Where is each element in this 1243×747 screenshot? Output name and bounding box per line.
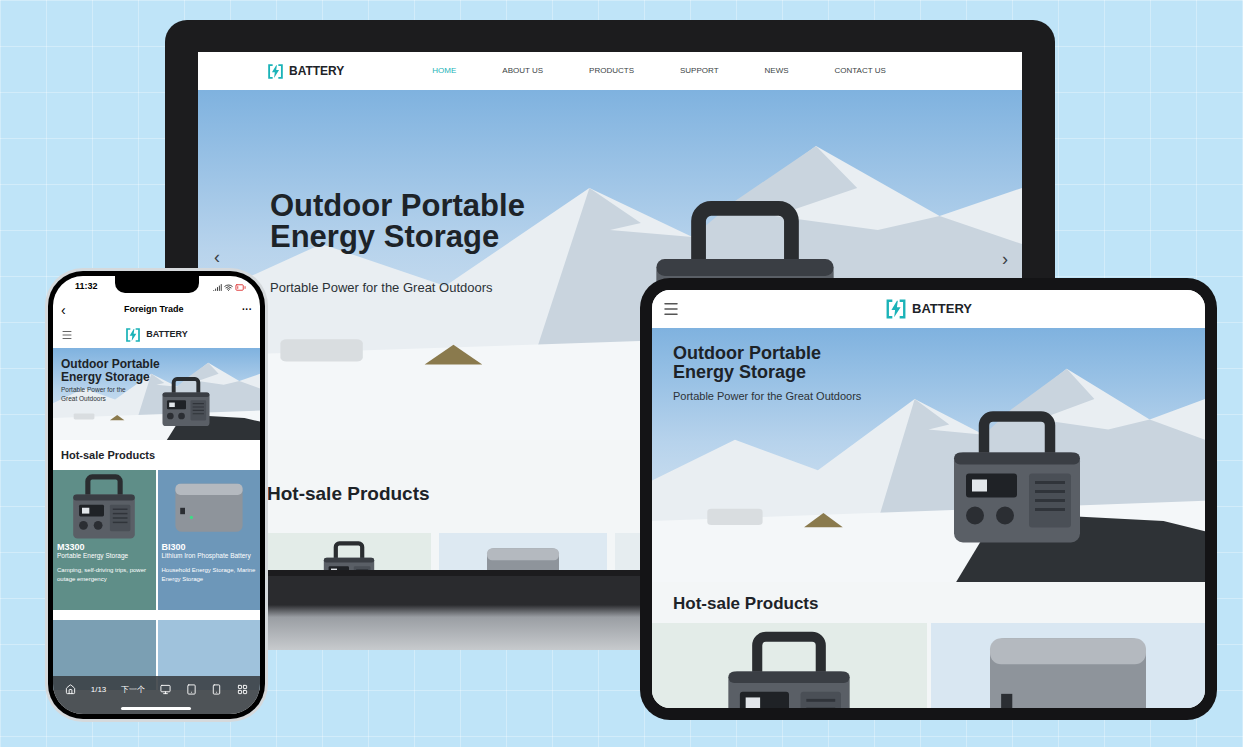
more-button[interactable]: ···	[242, 305, 252, 315]
site-header: BATTERY	[53, 322, 260, 348]
logo[interactable]: BATTERY	[125, 327, 188, 343]
home-icon[interactable]	[65, 684, 76, 695]
hero-title: Outdoor Portable Energy Storage	[270, 190, 570, 252]
battery-box-icon	[478, 543, 568, 571]
hero-subtitle: Portable Power for the Great Outdoors	[673, 388, 1205, 405]
logo[interactable]: BATTERY	[885, 298, 972, 320]
phone-icon[interactable]	[211, 684, 222, 695]
logo-icon	[885, 298, 907, 320]
nav-item[interactable]: NEWS	[765, 65, 789, 77]
product-category: Lithium Iron Phosphate Battery	[162, 552, 257, 560]
notch	[115, 276, 199, 293]
top-nav: BATTERY HOME ABOUT US PRODUCTS SUPPORT NEWS CO…	[198, 52, 1022, 90]
tablet-header: BATTERY	[652, 290, 1205, 328]
product-card[interactable]	[439, 533, 607, 571]
nav-item[interactable]: ABOUT US	[502, 65, 543, 77]
signal-icon	[213, 283, 222, 292]
hero-subtitle: Portable Power for the Great Outdoors	[61, 386, 141, 403]
next-button[interactable]: 下一个	[121, 684, 145, 696]
battery-box-icon	[968, 627, 1168, 709]
mockup-canvas: BATTERY HOME ABOUT US PRODUCTS SUPPORT NEWS CO…	[0, 0, 1243, 747]
product-card[interactable]: M3300Portable Energy Storage Camping, sel…	[53, 470, 156, 610]
nav-item[interactable]: PRODUCTS	[589, 65, 634, 77]
page-indicator: 1/13	[91, 684, 107, 696]
battery-box-icon	[169, 474, 249, 540]
product-card[interactable]	[931, 623, 1206, 709]
nav-item[interactable]: HOME	[432, 65, 456, 77]
home-indicator	[121, 707, 191, 710]
hero-banner: Outdoor Portable Energy Storage Portable …	[53, 348, 260, 440]
logo-icon	[267, 63, 284, 80]
tablet-screen: BATTERY Outdoor Portable Energy Storage Po…	[652, 290, 1205, 708]
nav-item[interactable]: SUPPORT	[680, 65, 719, 77]
product-name: M3300	[57, 542, 152, 553]
product-card[interactable]	[652, 623, 927, 709]
phone: 11:32 ‹ Foreign Trade ··· BATTERY Outdoor Por…	[45, 268, 268, 722]
product-use: Household Energy Storage, Marine Energy …	[162, 566, 257, 584]
desktop-icon[interactable]	[160, 684, 171, 695]
wifi-icon	[224, 283, 233, 292]
product-card[interactable]: BI300Lithium Iron Phosphate Battery House…	[158, 470, 261, 610]
product-category: Portable Energy Storage	[57, 552, 152, 560]
section-title: Hot-sale Products	[652, 582, 1205, 623]
hero-title: Outdoor Portable Energy Storage	[673, 344, 853, 382]
hero-banner: Outdoor Portable Energy Storage Portable …	[652, 328, 1205, 582]
battery-icon	[235, 282, 246, 293]
power-station-icon	[319, 541, 379, 571]
tablet: BATTERY Outdoor Portable Energy Storage Po…	[640, 278, 1217, 720]
logo-icon	[125, 327, 141, 343]
phone-screen: 11:32 ‹ Foreign Trade ··· BATTERY Outdoor Por…	[53, 276, 260, 714]
prev-arrow[interactable]: ‹	[214, 248, 220, 266]
product-card[interactable]	[267, 533, 431, 571]
logo[interactable]: BATTERY	[267, 62, 344, 80]
tablet-icon[interactable]	[186, 684, 197, 695]
hero-title: Outdoor Portable Energy Storage	[61, 358, 179, 383]
product-use: Camping, self-driving trips, power outag…	[57, 566, 152, 584]
grid-icon[interactable]	[237, 684, 248, 695]
app-bar: ‹ Foreign Trade ···	[53, 298, 260, 322]
menu-icon[interactable]	[662, 300, 680, 318]
power-station-icon	[942, 408, 1092, 548]
product-name: BI300	[162, 542, 257, 553]
menu-icon[interactable]	[61, 329, 73, 341]
power-station-icon	[714, 631, 864, 709]
back-button[interactable]: ‹	[61, 303, 66, 317]
app-title: Foreign Trade	[124, 303, 184, 317]
bottom-toolbar: 1/13 下一个	[53, 676, 260, 714]
section-title: Hot-sale Products	[53, 440, 260, 470]
nav-menu: HOME ABOUT US PRODUCTS SUPPORT NEWS CONTACT U…	[432, 65, 885, 77]
power-station-icon	[64, 474, 144, 540]
nav-item[interactable]: CONTACT US	[835, 65, 886, 77]
next-arrow[interactable]: ›	[1002, 250, 1008, 268]
power-station-icon	[158, 376, 214, 428]
status-time: 11:32	[75, 280, 98, 294]
